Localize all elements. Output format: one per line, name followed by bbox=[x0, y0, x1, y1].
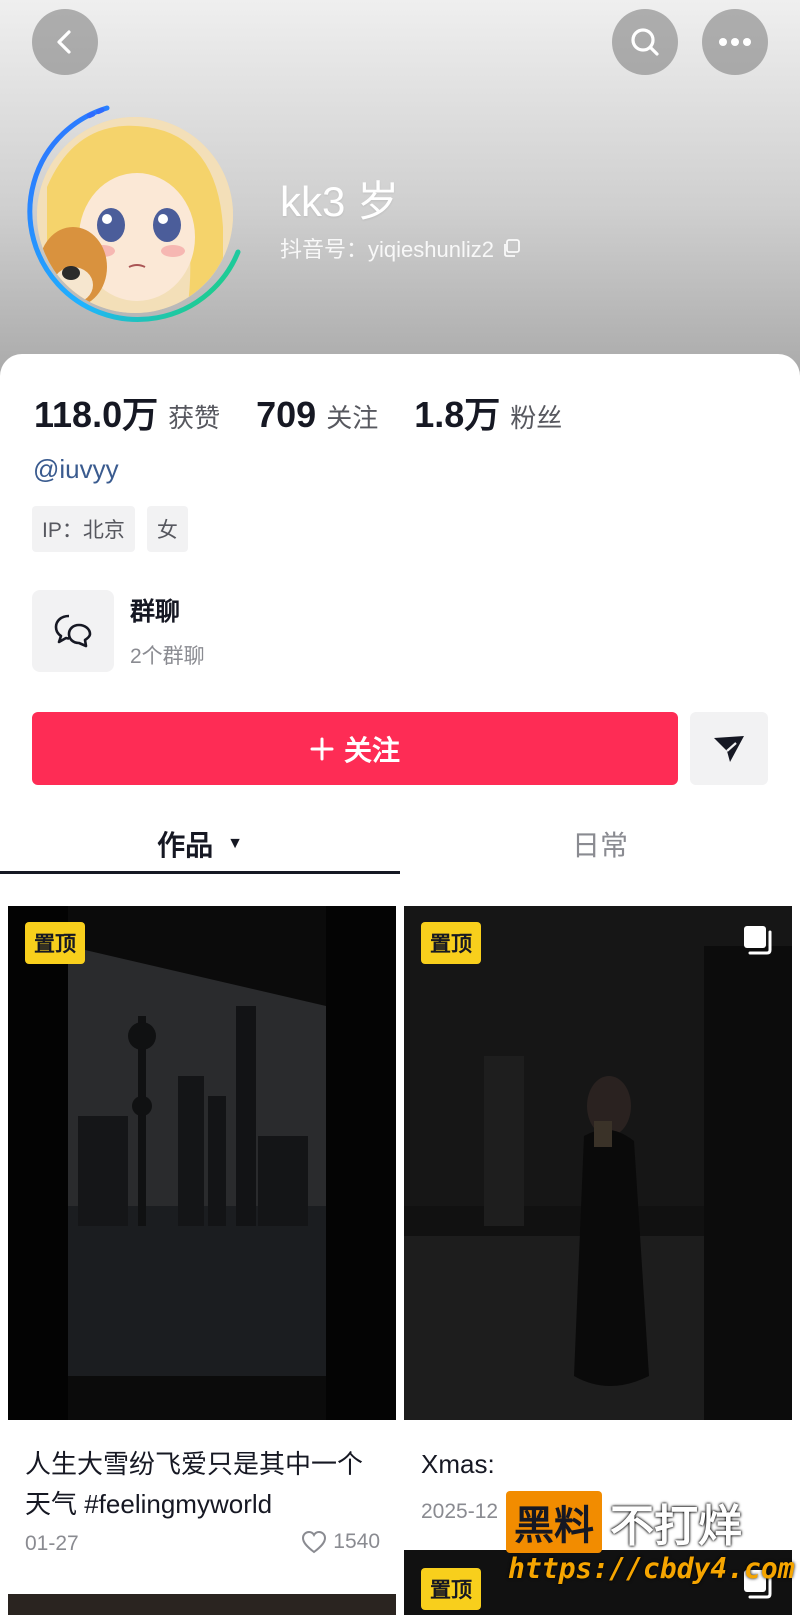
search-button[interactable] bbox=[612, 9, 678, 75]
tab-works[interactable]: 作品 ▼ bbox=[0, 809, 400, 879]
search-icon bbox=[631, 28, 659, 56]
active-tab-indicator bbox=[0, 871, 400, 874]
multi-image-icon bbox=[744, 926, 772, 955]
copy-icon[interactable] bbox=[502, 239, 520, 257]
watermark-url: https://cbdy4.com bbox=[508, 1552, 795, 1585]
stat-followers[interactable]: 1.8万 粉丝 bbox=[414, 386, 562, 438]
follow-label: 关注 bbox=[343, 734, 400, 766]
avatar[interactable] bbox=[22, 102, 248, 328]
thumbnail-image bbox=[404, 906, 792, 1420]
group-chat-text: 群聊 2个群聊 bbox=[130, 592, 205, 670]
nickname: kk3 岁 bbox=[280, 178, 400, 225]
video-thumbnail[interactable] bbox=[8, 1594, 396, 1615]
avatar-image bbox=[37, 117, 233, 313]
chevron-left-icon bbox=[57, 30, 71, 54]
send-message-button[interactable] bbox=[690, 712, 768, 785]
more-button[interactable] bbox=[702, 9, 768, 75]
ip-tag: IP：北京 bbox=[32, 506, 135, 552]
follow-button[interactable]: 关注 bbox=[32, 712, 678, 785]
likes-count: 1540 bbox=[333, 1530, 380, 1553]
stat-label: 关注 bbox=[326, 403, 379, 433]
video-title: 人生大雪纷飞爱只是其中一个天气 #feelingmyworld bbox=[25, 1449, 364, 1519]
watermark-main: 黑料 不打烊 bbox=[506, 1490, 742, 1554]
heart-icon bbox=[302, 1530, 327, 1554]
group-chat-subtitle: 2个群聊 bbox=[130, 645, 205, 668]
stat-label: 粉丝 bbox=[510, 403, 563, 433]
group-chat-icon-box bbox=[32, 590, 114, 672]
watermark-text: 不打烊 bbox=[610, 1502, 742, 1551]
douyin-id-text: 抖音号：yiqieshunliz2 bbox=[280, 237, 494, 262]
caret-down-icon: ▼ bbox=[227, 835, 243, 852]
stat-likes[interactable]: 118.0万 获赞 bbox=[34, 386, 220, 438]
stat-label: 获赞 bbox=[168, 403, 221, 433]
gender-tag: 女 bbox=[146, 506, 188, 552]
send-icon bbox=[714, 735, 744, 762]
video-thumbnail[interactable]: 置顶 bbox=[8, 906, 396, 1420]
more-icon bbox=[719, 38, 751, 46]
chat-bubbles-icon bbox=[54, 614, 92, 648]
douyin-id[interactable]: 抖音号：yiqieshunliz2 bbox=[280, 232, 520, 264]
thumbnail-image bbox=[8, 906, 396, 1420]
group-chat-entry[interactable]: 群聊 2个群聊 bbox=[32, 590, 205, 672]
stat-value: 709 bbox=[256, 394, 317, 435]
content-tabs: 作品 ▼ 日常 bbox=[0, 809, 800, 879]
video-date: 01-27 bbox=[25, 1532, 79, 1555]
tab-label: 作品 bbox=[157, 830, 214, 861]
pinned-badge: 置顶 bbox=[421, 1568, 481, 1610]
video-likes: 1540 bbox=[301, 1530, 380, 1554]
stat-value: 118.0万 bbox=[34, 394, 159, 435]
watermark: 黑料 不打烊 https://cbdy4.com bbox=[506, 1490, 796, 1610]
video-caption[interactable]: 人生大雪纷飞爱只是其中一个天气 #feelingmyworld 01-27 15… bbox=[8, 1420, 396, 1560]
profile-tags: IP：北京 女 bbox=[32, 506, 188, 552]
back-button[interactable] bbox=[32, 9, 98, 75]
video-title: Xmas: bbox=[421, 1449, 495, 1479]
watermark-chip: 黑料 bbox=[506, 1491, 602, 1553]
tab-label: 日常 bbox=[571, 830, 628, 861]
profile-header: kk3 岁 抖音号：yiqieshunliz2 bbox=[0, 0, 800, 380]
video-thumbnail[interactable]: 置顶 bbox=[404, 906, 792, 1420]
mention-link[interactable]: @iuvyy bbox=[33, 454, 119, 485]
pinned-badge: 置顶 bbox=[421, 922, 481, 964]
video-date: 2025-12 bbox=[421, 1500, 499, 1523]
tab-daily[interactable]: 日常 bbox=[400, 809, 800, 879]
stats-row: 118.0万 获赞 709 关注 1.8万 粉丝 bbox=[34, 386, 598, 438]
stat-following[interactable]: 709 关注 bbox=[256, 394, 378, 436]
plus-icon bbox=[310, 737, 334, 760]
group-chat-title: 群聊 bbox=[130, 598, 181, 626]
pinned-badge: 置顶 bbox=[25, 922, 85, 964]
stat-value: 1.8万 bbox=[414, 394, 501, 435]
